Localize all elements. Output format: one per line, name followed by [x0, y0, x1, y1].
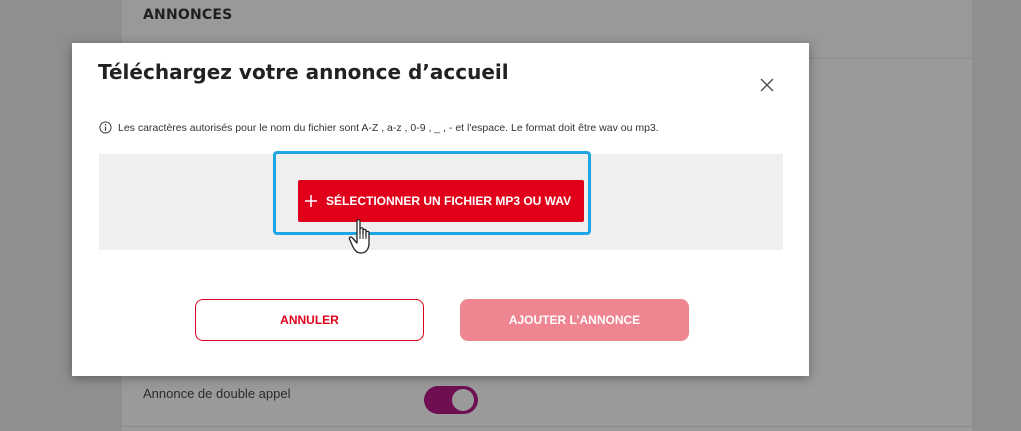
select-file-button[interactable]: SÉLECTIONNER UN FICHIER MP3 OU WAV — [298, 180, 584, 222]
section-title: ANNONCES — [143, 7, 233, 23]
background-divider — [122, 426, 972, 427]
close-icon — [760, 78, 774, 92]
file-drop-zone[interactable]: SÉLECTIONNER UN FICHIER MP3 OU WAV — [99, 151, 783, 254]
cancel-button[interactable]: ANNULER — [195, 299, 424, 341]
toggle-knob — [452, 389, 474, 411]
info-message: Les caractères autorisés pour le nom du … — [99, 121, 659, 134]
hand-pointer-icon — [348, 219, 370, 254]
info-text: Les caractères autorisés pour le nom du … — [118, 121, 659, 134]
add-announcement-button[interactable]: AJOUTER L’ANNONCE — [460, 299, 689, 341]
close-button[interactable] — [755, 73, 779, 97]
select-file-label: SÉLECTIONNER UN FICHIER MP3 OU WAV — [326, 194, 572, 208]
double-call-toggle[interactable] — [424, 386, 478, 414]
plus-icon — [305, 195, 317, 207]
double-call-label: Annonce de double appel — [143, 386, 291, 401]
dialog-title: Téléchargez votre annonce d’accueil — [98, 60, 509, 84]
info-icon — [99, 121, 112, 134]
upload-dialog: Téléchargez votre annonce d’accueil Les … — [72, 43, 809, 376]
